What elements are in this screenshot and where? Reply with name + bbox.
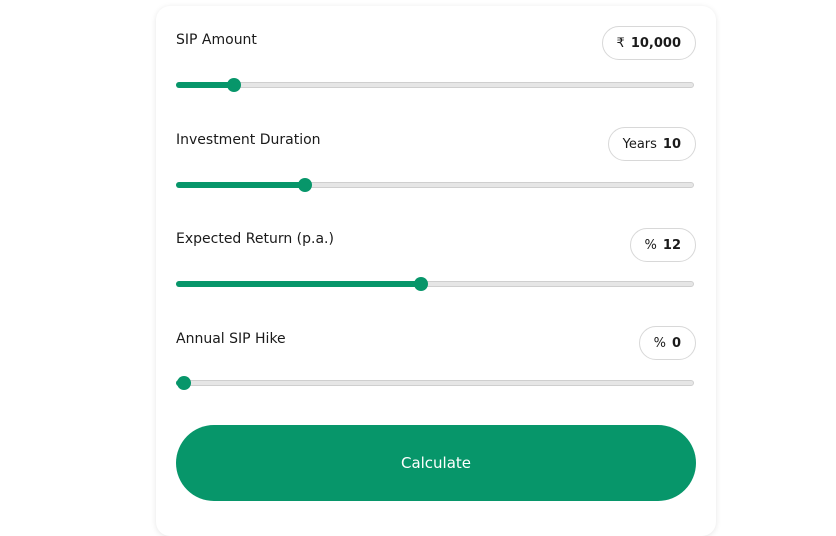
annual-sip-hike-value-input[interactable]: % 0 <box>638 326 696 360</box>
annual-sip-hike-slider-thumb[interactable] <box>177 376 191 390</box>
investment-duration-label: Investment Duration <box>176 132 321 148</box>
sip-amount-value-input[interactable]: ₹ 10,000 <box>601 26 696 60</box>
investment-duration-slider[interactable] <box>176 178 694 192</box>
years-prefix: Years <box>622 136 657 152</box>
sip-calculator-card: SIP Amount ₹ 10,000 Investment Duration … <box>156 6 716 536</box>
sip-amount-slider-thumb[interactable] <box>227 78 242 92</box>
sip-amount-value: 10,000 <box>630 35 681 51</box>
expected-return-slider[interactable] <box>176 277 694 291</box>
expected-return-slider-fill <box>176 281 420 287</box>
expected-return-value: 12 <box>662 237 681 253</box>
expected-return-slider-thumb[interactable] <box>413 277 428 291</box>
investment-duration-value: 10 <box>662 136 681 152</box>
sip-amount-slider-fill <box>176 82 234 88</box>
expected-return-row: Expected Return (p.a.) % 12 <box>176 228 696 331</box>
calculate-button[interactable]: Calculate <box>176 425 696 501</box>
expected-return-label: Expected Return (p.a.) <box>176 231 334 247</box>
sip-amount-slider[interactable] <box>176 78 694 92</box>
annual-sip-hike-slider[interactable] <box>176 376 694 390</box>
annual-sip-hike-label: Annual SIP Hike <box>176 331 286 347</box>
rupee-prefix: ₹ <box>616 35 625 51</box>
percent-prefix: % <box>653 335 666 351</box>
percent-prefix: % <box>644 237 657 253</box>
expected-return-value-input[interactable]: % 12 <box>629 228 696 262</box>
annual-sip-hike-row: Annual SIP Hike % 0 <box>176 326 696 431</box>
sip-amount-label: SIP Amount <box>176 32 257 48</box>
investment-duration-slider-fill <box>176 182 304 188</box>
annual-sip-hike-value: 0 <box>671 335 681 351</box>
investment-duration-row: Investment Duration Years 10 <box>176 127 696 232</box>
investment-duration-slider-thumb[interactable] <box>297 178 312 192</box>
investment-duration-value-input[interactable]: Years 10 <box>607 127 696 161</box>
sip-amount-row: SIP Amount ₹ 10,000 <box>176 26 696 132</box>
